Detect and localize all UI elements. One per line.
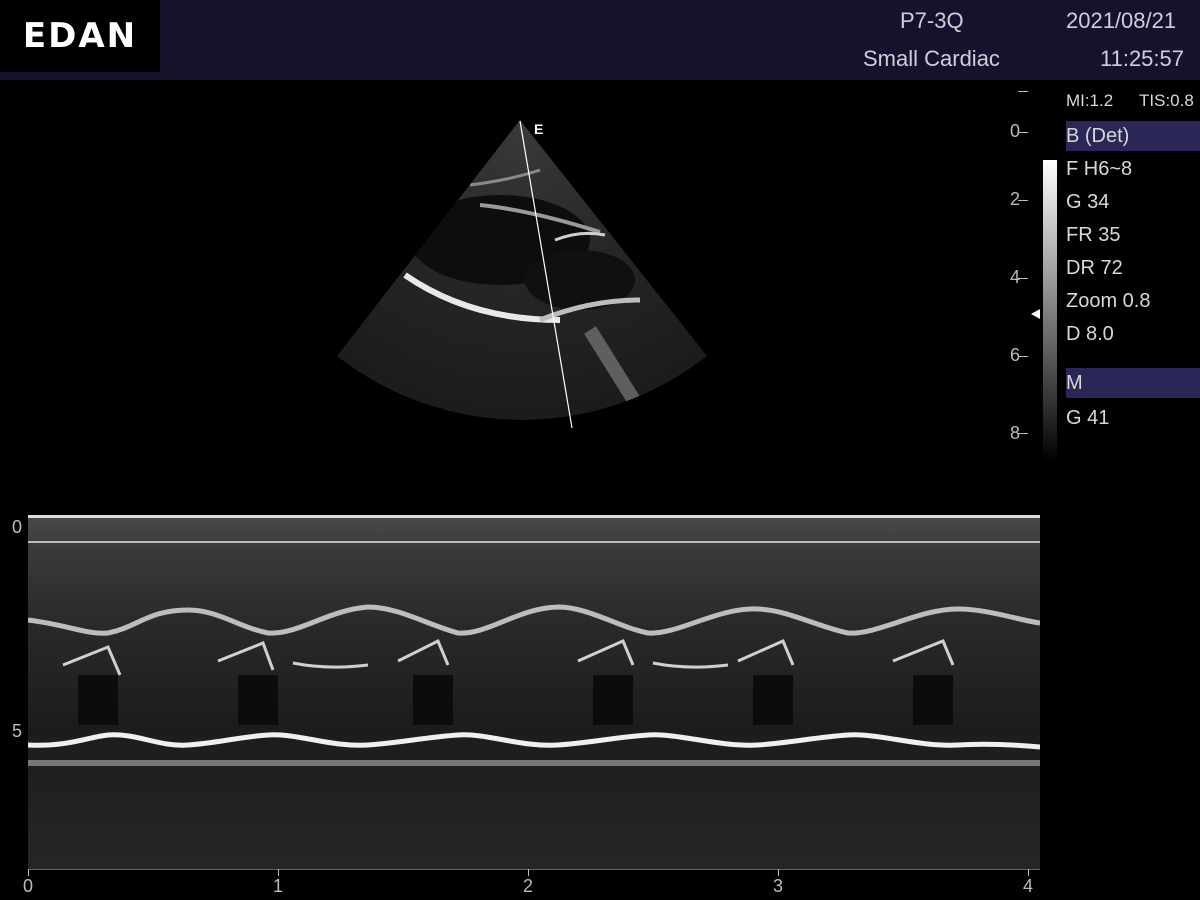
m-mode-header[interactable] — [1066, 368, 1200, 398]
b-param-zoom[interactable]: Zoom 0.8 — [1066, 290, 1150, 313]
b-param-frequency[interactable]: F H6~8 — [1066, 158, 1132, 181]
mi-index: MI:1.2 — [1066, 91, 1114, 110]
m-mode-title: M — [1066, 372, 1083, 394]
m-mode-trace-image[interactable] — [28, 515, 1040, 869]
depth-label-0: 0 — [1010, 121, 1021, 141]
time-label-0: 0 — [23, 876, 34, 896]
depth-label-4: 4 — [1010, 267, 1021, 287]
b-mode-sector-image[interactable] — [0, 0, 1200, 480]
m-param-gain[interactable]: G 41 — [1066, 407, 1109, 430]
sector-marker: E — [534, 121, 544, 137]
depth-label-8: 8 — [1010, 423, 1021, 443]
time-label-4: 4 — [1023, 876, 1034, 896]
depth-label-6: 6 — [1010, 345, 1021, 365]
time-label-2: 2 — [523, 876, 534, 896]
m-depth-label-5: 5 — [12, 721, 23, 741]
depth-label-2: 2 — [1010, 189, 1021, 209]
m-mode-background — [28, 515, 1040, 869]
b-param-dynamic-range[interactable]: DR 72 — [1066, 257, 1123, 280]
focus-marker-icon[interactable] — [1031, 309, 1040, 319]
b-param-gain[interactable]: G 34 — [1066, 191, 1109, 214]
m-depth-label-0: 0 — [12, 517, 23, 537]
tis-index: TIS:0.8 — [1139, 91, 1194, 110]
b-mode-title: B (Det) — [1066, 125, 1130, 147]
b-param-frame-rate[interactable]: FR 35 — [1066, 224, 1120, 247]
grayscale-bar — [1043, 160, 1057, 462]
time-label-3: 3 — [773, 876, 784, 896]
time-label-1: 1 — [273, 876, 284, 896]
b-param-depth[interactable]: D 8.0 — [1066, 323, 1114, 346]
